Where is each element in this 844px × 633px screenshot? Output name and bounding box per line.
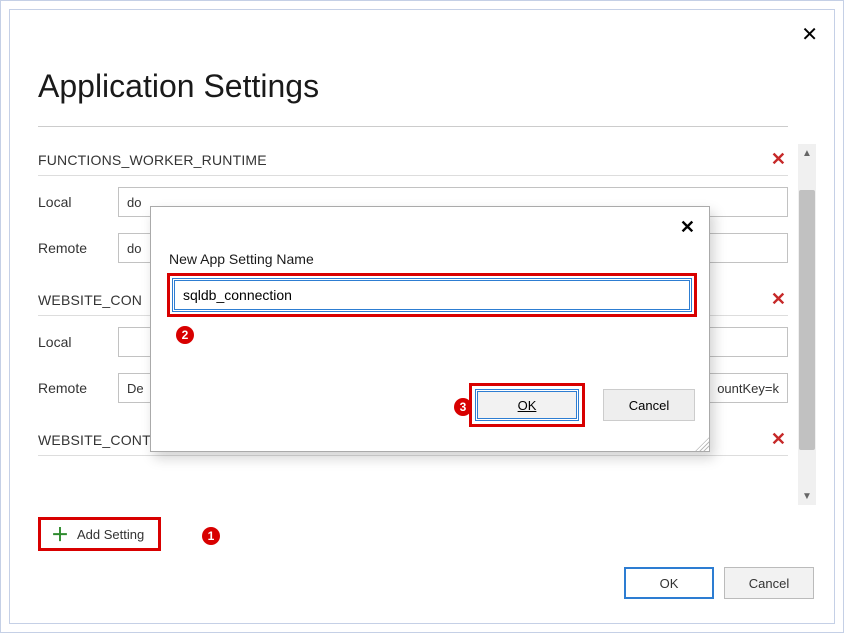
local-label: Local: [38, 334, 118, 350]
delete-icon[interactable]: ✕: [771, 429, 788, 450]
settings-window: ✕ Application Settings FUNCTIONS_WORKER_…: [9, 9, 835, 624]
dialog-ok-highlight: OK: [469, 383, 585, 427]
dialog-ok-focus: OK: [475, 389, 579, 421]
dialog-cancel-button[interactable]: Cancel: [603, 389, 695, 421]
delete-icon[interactable]: ✕: [771, 289, 788, 310]
delete-icon[interactable]: ✕: [771, 149, 788, 170]
footer-buttons: OK Cancel: [624, 567, 814, 599]
remote-label: Remote: [38, 240, 118, 256]
remote-label: Remote: [38, 380, 118, 396]
resize-grip-icon[interactable]: [695, 437, 709, 451]
remote-value-right: ountKey=k: [717, 381, 779, 396]
setting-header-functions-worker-runtime: FUNCTIONS_WORKER_RUNTIME ✕: [38, 144, 788, 176]
dialog-ok-button[interactable]: OK: [477, 391, 577, 419]
new-app-setting-dialog: ✕ New App Setting Name OK Cancel: [150, 206, 710, 452]
dialog-input-focus: [172, 278, 692, 312]
scroll-up-icon[interactable]: ▲: [798, 144, 816, 162]
add-setting-label: Add Setting: [77, 527, 144, 542]
callout-3: 3: [454, 398, 472, 416]
setting-name: WEBSITE_CON: [38, 292, 142, 308]
dialog-buttons: OK Cancel: [469, 383, 695, 427]
callout-2: 2: [176, 326, 194, 344]
close-icon[interactable]: ✕: [801, 22, 818, 47]
page-title: Application Settings: [38, 68, 319, 105]
close-icon[interactable]: ✕: [680, 217, 695, 238]
ok-button[interactable]: OK: [624, 567, 714, 599]
scrollbar[interactable]: ▲ ▼: [798, 144, 816, 505]
add-setting-button[interactable]: ＋ Add Setting: [38, 517, 161, 551]
local-label: Local: [38, 194, 118, 210]
dialog-input-highlight: [167, 273, 697, 317]
setting-name-input[interactable]: [174, 280, 690, 310]
callout-1: 1: [202, 527, 220, 545]
remote-value-left: De: [127, 381, 144, 396]
plus-icon: ＋: [51, 521, 69, 547]
dialog-label: New App Setting Name: [169, 251, 314, 267]
scroll-down-icon[interactable]: ▼: [798, 487, 816, 505]
divider: [38, 126, 788, 127]
setting-name: FUNCTIONS_WORKER_RUNTIME: [38, 152, 267, 168]
scroll-thumb[interactable]: [799, 190, 815, 450]
cancel-button[interactable]: Cancel: [724, 567, 814, 599]
